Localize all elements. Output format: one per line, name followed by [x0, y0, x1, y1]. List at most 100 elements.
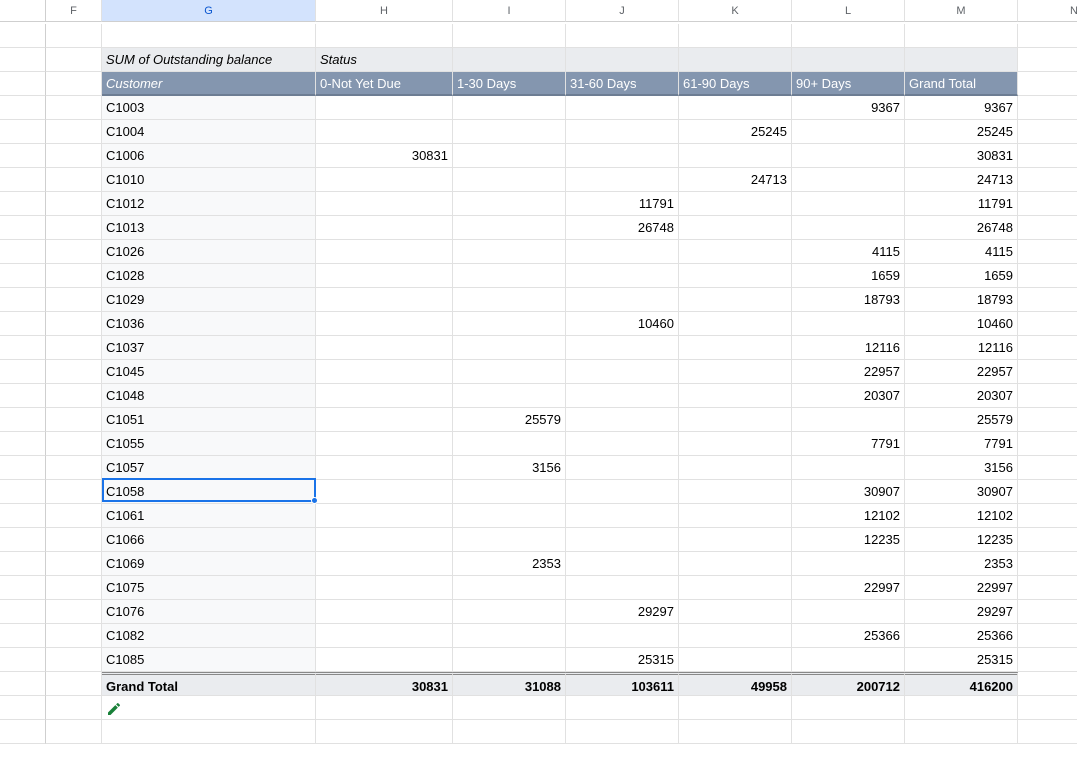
cell-blank[interactable] [46, 144, 102, 168]
pivot-value-cell[interactable]: 26748 [905, 216, 1018, 240]
pivot-value-cell[interactable] [453, 648, 566, 672]
pivot-value-cell[interactable]: 11791 [566, 192, 679, 216]
cell-blank[interactable] [1018, 720, 1077, 744]
pivot-row-label[interactable]: C1048 [102, 384, 316, 408]
pivot-value-cell[interactable] [453, 192, 566, 216]
pivot-value-cell[interactable] [679, 600, 792, 624]
pivot-value-cell[interactable] [316, 456, 453, 480]
col-header-blank[interactable] [0, 0, 46, 22]
pivot-value-cell[interactable] [566, 504, 679, 528]
pivot-value-cell[interactable]: 18793 [905, 288, 1018, 312]
cell-blank[interactable] [1018, 312, 1077, 336]
col-header-G[interactable]: G [102, 0, 316, 22]
cell-blank[interactable] [46, 504, 102, 528]
cell-blank[interactable] [46, 312, 102, 336]
cell-blank[interactable] [679, 696, 792, 720]
pivot-value-cell[interactable] [679, 456, 792, 480]
pivot-value-cell[interactable] [679, 480, 792, 504]
pivot-value-cell[interactable]: 1659 [792, 264, 905, 288]
pivot-value-cell[interactable] [453, 264, 566, 288]
col-header-M[interactable]: M [905, 0, 1018, 22]
cell-blank[interactable] [1018, 264, 1077, 288]
pivot-col-header[interactable]: 61-90 Days [679, 72, 792, 96]
cell-blank[interactable] [453, 24, 566, 48]
pivot-value-cell[interactable]: 18793 [792, 288, 905, 312]
cell-blank[interactable] [46, 240, 102, 264]
cell-blank[interactable] [1018, 144, 1077, 168]
pivot-row-label[interactable]: C1069 [102, 552, 316, 576]
pivot-value-cell[interactable] [316, 216, 453, 240]
pivot-value-cell[interactable]: 4115 [792, 240, 905, 264]
pivot-value-cell[interactable] [453, 336, 566, 360]
pivot-row-label[interactable]: C1055 [102, 432, 316, 456]
pivot-value-cell[interactable] [316, 552, 453, 576]
cell-blank[interactable] [1018, 480, 1077, 504]
pivot-value-cell[interactable]: 25315 [905, 648, 1018, 672]
pivot-value-cell[interactable] [453, 240, 566, 264]
cell-blank[interactable] [46, 648, 102, 672]
pivot-value-cell[interactable]: 10460 [566, 312, 679, 336]
col-header-I[interactable]: I [453, 0, 566, 22]
pivot-value-cell[interactable]: 9367 [905, 96, 1018, 120]
pivot-value-cell[interactable] [453, 624, 566, 648]
pivot-value-cell[interactable]: 20307 [792, 384, 905, 408]
pivot-value-cell[interactable] [679, 384, 792, 408]
cell-blank[interactable] [1018, 216, 1077, 240]
pivot-value-cell[interactable]: 4115 [905, 240, 1018, 264]
pivot-row-label[interactable]: C1006 [102, 144, 316, 168]
pivot-col-header[interactable]: 0-Not Yet Due [316, 72, 453, 96]
cell-blank[interactable] [1018, 600, 1077, 624]
pivot-value-cell[interactable] [316, 504, 453, 528]
pivot-value-cell[interactable] [679, 240, 792, 264]
pivot-value-cell[interactable]: 9367 [792, 96, 905, 120]
cell-blank[interactable] [46, 288, 102, 312]
cell-blank[interactable] [46, 432, 102, 456]
pivot-value-cell[interactable]: 22957 [792, 360, 905, 384]
cell-blank[interactable] [792, 720, 905, 744]
pivot-value-cell[interactable] [453, 432, 566, 456]
pivot-value-cell[interactable] [679, 504, 792, 528]
col-header-F[interactable]: F [46, 0, 102, 22]
pivot-value-cell[interactable]: 20307 [905, 384, 1018, 408]
pivot-value-cell[interactable] [316, 312, 453, 336]
pivot-value-cell[interactable] [453, 144, 566, 168]
pivot-value-cell[interactable] [792, 408, 905, 432]
pivot-value-cell[interactable] [679, 312, 792, 336]
cell-blank[interactable] [1018, 432, 1077, 456]
pivot-value-cell[interactable] [679, 192, 792, 216]
pivot-value-cell[interactable] [453, 96, 566, 120]
cell-blank[interactable] [566, 24, 679, 48]
pivot-value-cell[interactable] [316, 408, 453, 432]
pivot-value-cell[interactable] [453, 360, 566, 384]
cell-blank[interactable] [316, 720, 453, 744]
pivot-row-label[interactable]: C1075 [102, 576, 316, 600]
pivot-value-cell[interactable]: 24713 [905, 168, 1018, 192]
cell-blank[interactable] [46, 456, 102, 480]
pivot-value-cell[interactable]: 12235 [792, 528, 905, 552]
cell-blank[interactable] [1018, 648, 1077, 672]
pivot-value-cell[interactable]: 3156 [453, 456, 566, 480]
pivot-row-label[interactable]: C1004 [102, 120, 316, 144]
pivot-value-cell[interactable]: 12116 [905, 336, 1018, 360]
cell-blank[interactable] [1018, 96, 1077, 120]
pivot-value-cell[interactable] [566, 552, 679, 576]
cell-blank[interactable] [1018, 456, 1077, 480]
col-header-J[interactable]: J [566, 0, 679, 22]
cell-blank[interactable] [1018, 120, 1077, 144]
cell-blank[interactable] [102, 720, 316, 744]
pivot-value-cell[interactable]: 25245 [905, 120, 1018, 144]
cell-blank[interactable] [102, 24, 316, 48]
cell-blank[interactable] [46, 216, 102, 240]
cell-blank[interactable] [46, 264, 102, 288]
cell-blank[interactable] [1018, 504, 1077, 528]
pivot-value-cell[interactable]: 12235 [905, 528, 1018, 552]
pivot-value-cell[interactable] [679, 288, 792, 312]
cell-blank[interactable] [792, 24, 905, 48]
cell-blank[interactable] [1018, 336, 1077, 360]
cell-blank[interactable] [566, 720, 679, 744]
pivot-row-label[interactable]: C1085 [102, 648, 316, 672]
col-header-K[interactable]: K [679, 0, 792, 22]
cell-blank[interactable] [46, 576, 102, 600]
pivot-value-cell[interactable]: 22957 [905, 360, 1018, 384]
cell-blank[interactable] [316, 696, 453, 720]
